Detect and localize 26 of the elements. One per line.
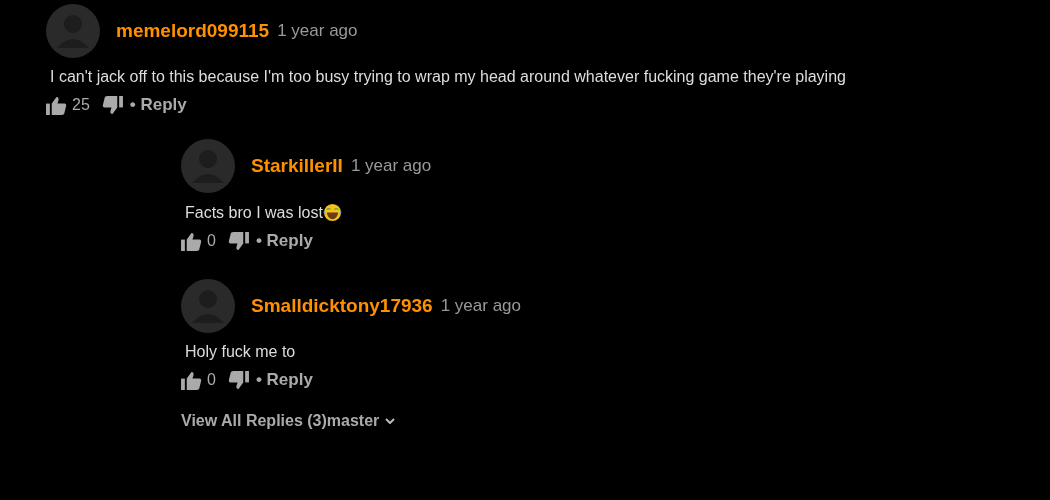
avatar-icon <box>181 279 235 333</box>
username-link[interactable]: memelord099115 <box>116 20 270 42</box>
view-all-replies-link[interactable]: View All Replies (3)master <box>181 412 396 430</box>
thumbs-down-icon[interactable] <box>227 370 249 390</box>
thumbs-down-icon[interactable] <box>101 95 123 115</box>
comment-text: Holy fuck me to <box>185 343 296 361</box>
avatar-icon <box>181 139 235 193</box>
thumbs-down-icon[interactable] <box>227 231 249 251</box>
thumbs-up-icon[interactable] <box>46 95 67 115</box>
reply-link[interactable]: • Reply <box>255 231 313 251</box>
reply-link[interactable]: • Reply <box>255 370 313 390</box>
caret-icon <box>385 418 396 424</box>
thumbs-up-icon[interactable] <box>181 231 202 251</box>
like-count: 25 <box>72 96 90 114</box>
like-count: 0 <box>207 371 216 389</box>
comment-text: Facts bro I was lost <box>185 203 323 222</box>
comment-text: I can't jack off to this because I'm too busy trying to wrap my head around whatever fucking game they're playing <box>50 68 847 86</box>
avatar-icon <box>46 4 100 58</box>
comment-time: 1 year ago <box>277 21 358 41</box>
comment-time: 1 year ago <box>350 156 432 176</box>
username-link[interactable]: StarkillerII <box>251 155 343 177</box>
comment-time: 1 year ago <box>440 296 521 316</box>
like-count: 0 <box>207 232 216 250</box>
thumbs-up-icon[interactable] <box>181 370 202 390</box>
username-link[interactable]: Smalldicktony17936 <box>251 295 433 317</box>
reply-link[interactable]: • Reply <box>129 95 187 115</box>
